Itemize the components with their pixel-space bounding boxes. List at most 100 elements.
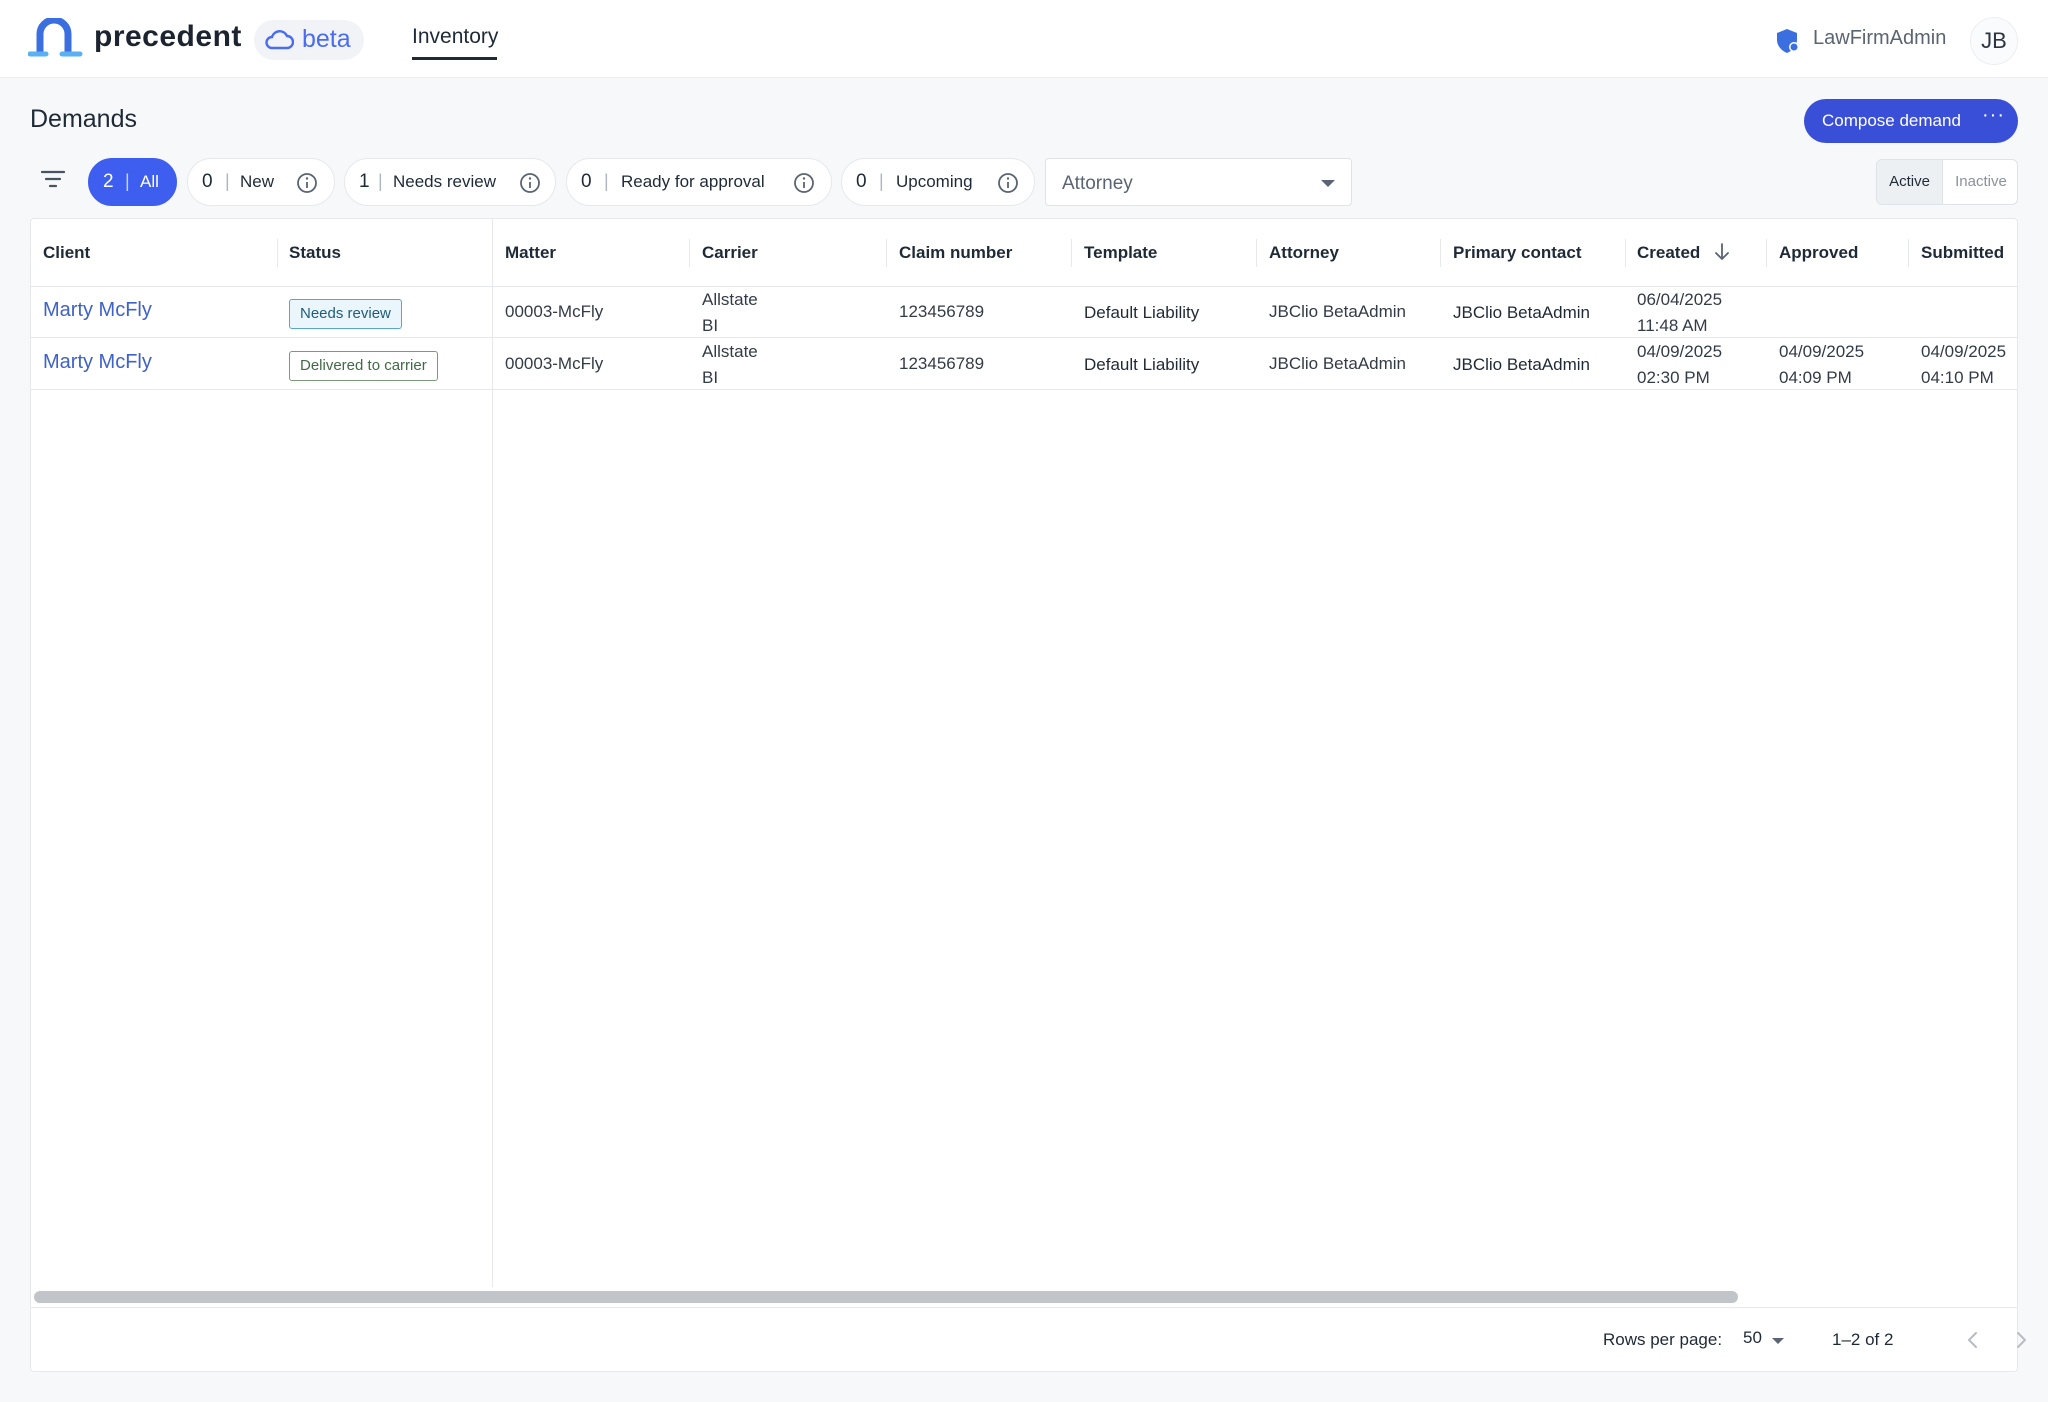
- status-badge: Needs review: [289, 299, 402, 329]
- status-badge: Delivered to carrier: [289, 351, 438, 381]
- filter-chip-ready-for-approval[interactable]: 0 | Ready for approval: [566, 158, 832, 206]
- info-icon[interactable]: [997, 172, 1019, 194]
- horizontal-scrollbar[interactable]: [34, 1291, 2014, 1303]
- chip-label: Needs review: [393, 172, 496, 191]
- column-header-client[interactable]: Client: [43, 243, 90, 263]
- created-cell: 06/04/2025 11:48 AM: [1637, 287, 1722, 339]
- filter-chip-new[interactable]: 0 | New: [187, 158, 335, 206]
- table-row[interactable]: Marty McFly Needs review 00003-McFly All…: [31, 287, 2017, 338]
- caret-down-icon[interactable]: [1772, 1338, 1784, 1344]
- column-header-template[interactable]: Template: [1084, 243, 1157, 263]
- claim-number-cell: 123456789: [899, 354, 985, 373]
- filter-chip-all[interactable]: 2 | All: [88, 158, 177, 206]
- demands-table: Client Status Matter Carrier Claim numbe…: [30, 218, 2026, 1372]
- page-range: 1–2 of 2: [1832, 1330, 1894, 1349]
- matter-cell: 00003-McFly: [505, 302, 604, 321]
- filter-chip-upcoming[interactable]: 0 | Upcoming: [841, 158, 1035, 206]
- admin-role-label[interactable]: LawFirmAdmin: [1813, 27, 1946, 50]
- chip-label: Upcoming: [896, 172, 973, 191]
- table-header: Client Status Matter Carrier Claim numbe…: [31, 219, 2017, 287]
- client-link[interactable]: Marty McFly: [43, 351, 152, 374]
- column-separator[interactable]: [1625, 239, 1626, 267]
- column-header-status[interactable]: Status: [289, 243, 341, 263]
- beta-badge: beta: [254, 20, 364, 60]
- chip-label: All: [140, 172, 159, 191]
- chip-separator: |: [879, 171, 884, 191]
- attorney-cell: JBClio BetaAdmin: [1269, 354, 1407, 373]
- toggle-inactive[interactable]: Inactive: [1943, 160, 2017, 204]
- created-date: 06/04/2025: [1637, 290, 1723, 309]
- template-cell: Default Liability: [1084, 303, 1200, 322]
- filter-chip-needs-review[interactable]: 1 | Needs review: [344, 158, 556, 206]
- chip-separator: |: [604, 171, 609, 191]
- active-inactive-toggle: Active Inactive: [1876, 159, 2018, 205]
- chip-count: 0: [581, 171, 592, 192]
- column-header-created[interactable]: Created: [1637, 243, 1700, 263]
- chip-count: 1: [359, 171, 370, 192]
- created-time: 11:48 AM: [1637, 316, 1708, 335]
- attorney-select[interactable]: Attorney: [1045, 158, 1352, 206]
- approved-date: 04/09/2025: [1779, 342, 1865, 361]
- chip-separator: |: [225, 171, 230, 191]
- carrier-type: BI: [702, 368, 719, 387]
- created-time: 02:30 PM: [1637, 368, 1710, 387]
- more-options-icon[interactable]: ···: [1982, 104, 2005, 127]
- info-icon[interactable]: [793, 172, 815, 194]
- compose-demand-button[interactable]: Compose demand ···: [1804, 99, 2018, 143]
- column-header-approved[interactable]: Approved: [1779, 243, 1858, 263]
- column-separator[interactable]: [1440, 239, 1441, 267]
- claim-number-cell: 123456789: [899, 302, 985, 321]
- rows-per-page-select[interactable]: 50: [1743, 1328, 1762, 1348]
- user-avatar[interactable]: JB: [1970, 17, 2018, 65]
- chip-separator: |: [125, 171, 130, 191]
- column-header-claim-number[interactable]: Claim number: [899, 243, 1012, 263]
- info-icon[interactable]: [296, 172, 318, 194]
- carrier-name: Allstate: [702, 290, 758, 309]
- rows-per-page-label: Rows per page:: [1603, 1330, 1723, 1349]
- matter-cell: 00003-McFly: [505, 354, 604, 373]
- carrier-cell: Allstate BI: [702, 287, 758, 339]
- compose-demand-label: Compose demand: [1822, 111, 1961, 130]
- attorney-cell: JBClio BetaAdmin: [1269, 302, 1407, 321]
- beta-label: beta: [302, 25, 351, 53]
- next-page-icon[interactable]: [2007, 1326, 2035, 1354]
- table-row[interactable]: Marty McFly Delivered to carrier 00003-M…: [31, 339, 2017, 390]
- chip-count: 0: [202, 171, 213, 192]
- column-header-carrier[interactable]: Carrier: [702, 243, 758, 263]
- chip-label: Ready for approval: [621, 172, 765, 191]
- column-separator[interactable]: [1908, 239, 1909, 267]
- precedent-logo-icon[interactable]: [28, 18, 84, 60]
- column-separator[interactable]: [1256, 239, 1257, 267]
- nav-inventory-link[interactable]: Inventory: [412, 25, 498, 49]
- carrier-type: BI: [702, 316, 719, 335]
- submitted-time: 04:10 PM: [1921, 368, 1994, 387]
- column-header-matter[interactable]: Matter: [505, 243, 556, 263]
- column-header-attorney[interactable]: Attorney: [1269, 243, 1339, 263]
- column-separator[interactable]: [1071, 239, 1072, 267]
- info-icon[interactable]: [519, 172, 541, 194]
- page-title: Demands: [30, 105, 137, 133]
- cloud-icon: [265, 30, 294, 50]
- previous-page-icon[interactable]: [1959, 1326, 1987, 1354]
- client-link[interactable]: Marty McFly: [43, 299, 152, 322]
- column-header-submitted[interactable]: Submitted: [1921, 243, 2004, 263]
- carrier-cell: Allstate BI: [702, 339, 758, 391]
- column-separator[interactable]: [689, 239, 690, 267]
- primary-contact-cell: JBClio BetaAdmin: [1453, 355, 1591, 374]
- brand-name[interactable]: precedent: [94, 20, 242, 54]
- filter-icon[interactable]: [40, 169, 66, 189]
- submitted-date: 04/09/2025: [1921, 342, 2007, 361]
- sort-descending-icon[interactable]: [1714, 242, 1730, 262]
- created-cell: 04/09/2025 02:30 PM: [1637, 339, 1722, 391]
- template-cell: Default Liability: [1084, 355, 1200, 374]
- submitted-cell: 04/09/2025 04:10 PM: [1921, 339, 2006, 391]
- chip-count: 0: [856, 171, 867, 192]
- column-separator[interactable]: [886, 239, 887, 267]
- column-separator[interactable]: [277, 239, 278, 267]
- column-header-primary-contact[interactable]: Primary contact: [1453, 243, 1582, 263]
- shield-admin-icon: [1777, 29, 1799, 53]
- horizontal-scrollbar-thumb[interactable]: [34, 1291, 1738, 1303]
- toggle-active[interactable]: Active: [1877, 160, 1943, 204]
- attorney-select-placeholder: Attorney: [1062, 173, 1133, 194]
- column-separator[interactable]: [1766, 239, 1767, 267]
